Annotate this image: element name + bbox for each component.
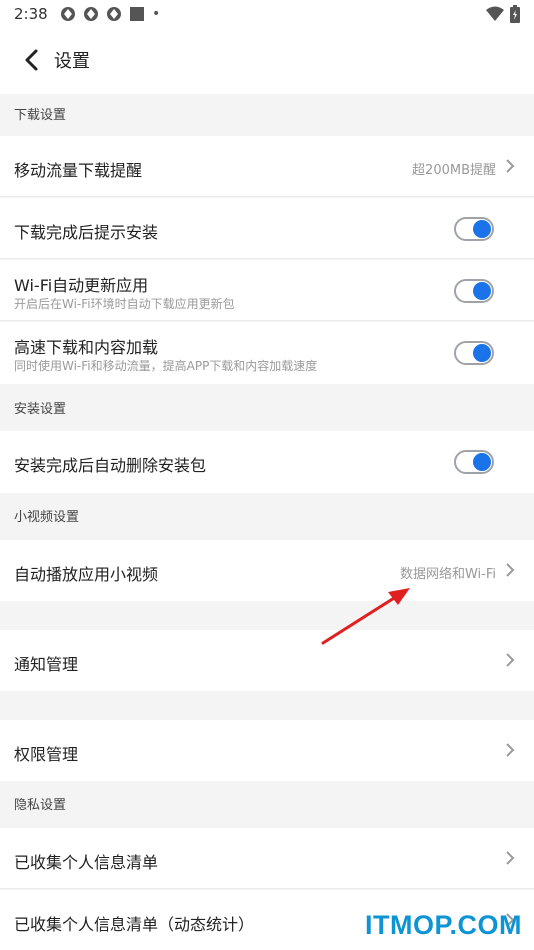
settings-row-collected[interactable]: 已收集个人信息清单 bbox=[0, 828, 534, 889]
chevron-right-icon bbox=[506, 653, 515, 667]
section-header-privacy: 隐私设置 bbox=[14, 798, 67, 813]
toggle-knob bbox=[473, 344, 491, 362]
square-notification-icon bbox=[130, 7, 144, 21]
settings-row-high-speed[interactable]: 高速下载和内容加载 同时使用Wi-Fi和移动流量，提高APP下载和内容加载速度 bbox=[0, 322, 534, 384]
battery-icon bbox=[510, 5, 520, 23]
app-bar: 设置 bbox=[0, 30, 534, 94]
settings-row-wifi-update[interactable]: Wi-Fi自动更新应用 开启后在Wi-Fi环境时自动下载应用更新包 bbox=[0, 260, 534, 321]
toggle-knob bbox=[473, 453, 491, 471]
row-label: 已收集个人信息清单（动态统计） bbox=[14, 915, 255, 934]
settings-row-auto-delete[interactable]: 安装完成后自动删除安装包 bbox=[0, 431, 534, 493]
toggle-knob bbox=[473, 282, 491, 300]
settings-row-install-prompt[interactable]: 下载完成后提示安装 bbox=[0, 198, 534, 259]
section-header-video: 小视频设置 bbox=[14, 510, 80, 525]
toggle-knob bbox=[473, 220, 491, 238]
row-label: 自动播放应用小视频 bbox=[14, 565, 159, 584]
row-value: 超200MB提醒 bbox=[412, 163, 496, 178]
install-prompt-toggle[interactable] bbox=[454, 217, 494, 241]
chevron-right-icon bbox=[506, 851, 515, 865]
wifi-update-toggle[interactable] bbox=[454, 279, 494, 303]
section-header-install: 安装设置 bbox=[14, 402, 67, 417]
row-label: 安装完成后自动删除安装包 bbox=[14, 456, 207, 475]
row-subtitle: 同时使用Wi-Fi和移动流量，提高APP下载和内容加载速度 bbox=[14, 359, 318, 373]
high-speed-toggle[interactable] bbox=[454, 341, 494, 365]
settings-row-autoplay[interactable]: 自动播放应用小视频 数据网络和Wi-Fi bbox=[0, 540, 534, 601]
row-label: 通知管理 bbox=[14, 655, 79, 674]
row-label: Wi-Fi自动更新应用 bbox=[14, 276, 149, 295]
settings-row-permission[interactable]: 权限管理 bbox=[0, 720, 534, 781]
app-notification-icon bbox=[84, 7, 98, 21]
row-label: 高速下载和内容加载 bbox=[14, 338, 159, 357]
chevron-right-icon bbox=[506, 563, 515, 577]
auto-delete-toggle[interactable] bbox=[454, 450, 494, 474]
row-label: 下载完成后提示安装 bbox=[14, 223, 159, 242]
chevron-left-icon[interactable] bbox=[18, 46, 48, 76]
status-bar: 2:38 • bbox=[0, 0, 534, 30]
chevron-right-icon bbox=[506, 743, 515, 757]
status-right bbox=[486, 5, 520, 23]
watermark-logo: ITMOP.COM bbox=[364, 910, 522, 940]
more-notifications-dot: • bbox=[152, 6, 161, 22]
row-subtitle: 开启后在Wi-Fi环境时自动下载应用更新包 bbox=[14, 297, 235, 311]
row-label: 移动流量下载提醒 bbox=[14, 161, 143, 180]
app-notification-icon bbox=[61, 7, 75, 21]
notification-icons: • bbox=[60, 6, 160, 22]
row-label: 已收集个人信息清单 bbox=[14, 853, 159, 872]
row-value: 数据网络和Wi-Fi bbox=[399, 567, 496, 582]
annotation-arrow bbox=[321, 588, 410, 645]
settings-row-notify[interactable]: 通知管理 bbox=[0, 630, 534, 691]
settings-row-mobile-data[interactable]: 移动流量下载提醒 超200MB提醒 bbox=[0, 136, 534, 197]
app-notification-icon bbox=[107, 7, 121, 21]
row-label: 权限管理 bbox=[14, 745, 79, 764]
section-header-download: 下载设置 bbox=[14, 108, 67, 123]
page-title: 设置 bbox=[54, 51, 90, 72]
status-time: 2:38 bbox=[14, 5, 48, 23]
wifi-icon bbox=[486, 6, 504, 21]
chevron-right-icon bbox=[506, 159, 515, 173]
